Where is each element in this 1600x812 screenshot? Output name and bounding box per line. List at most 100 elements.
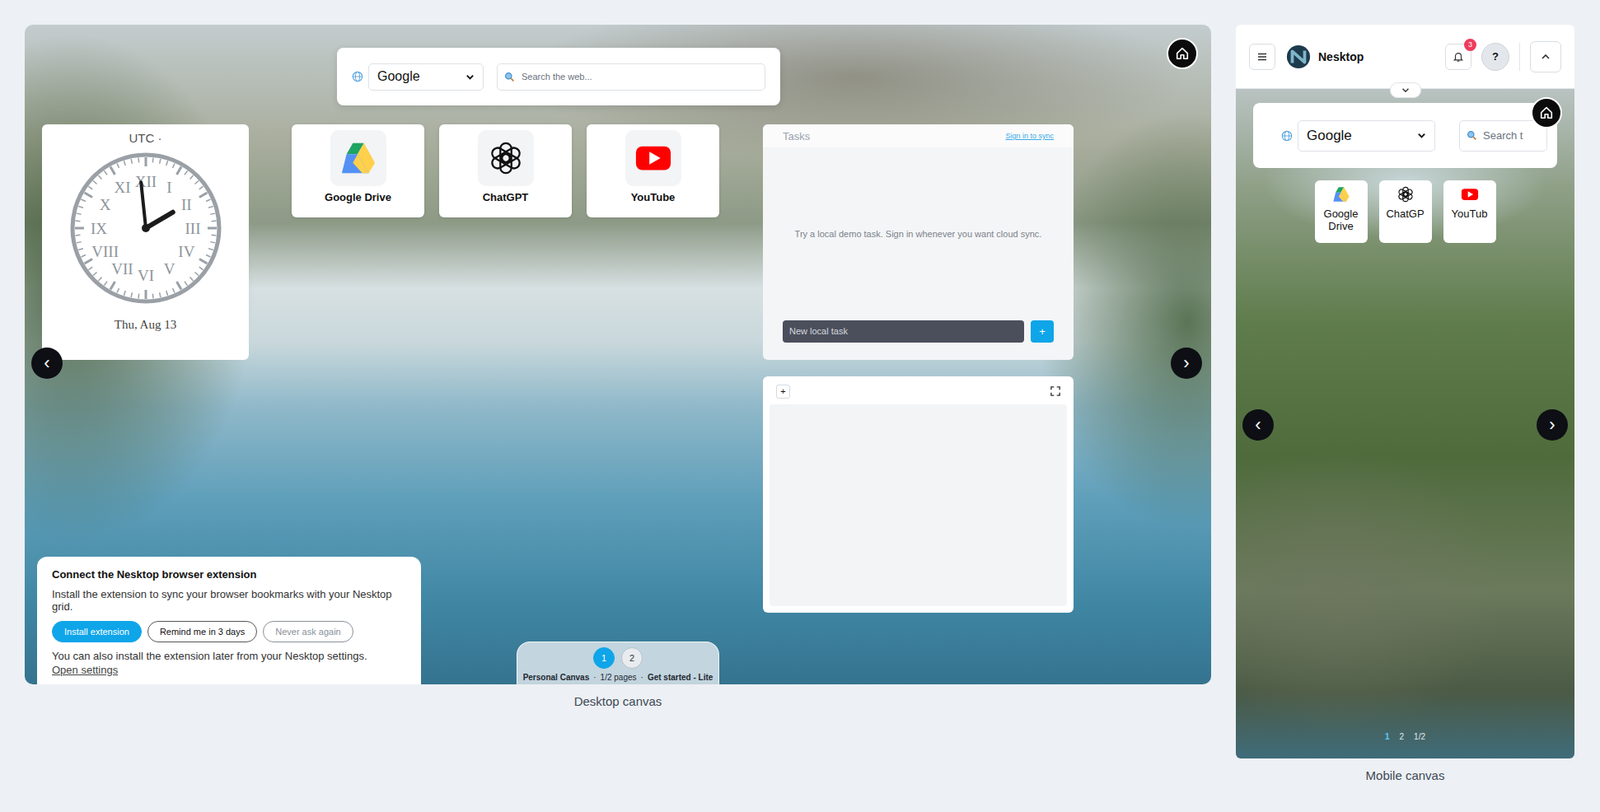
clock-widget[interactable]: UTC ·XIIIIIIIIIVVVIVIIVIIIIXXXIThu, Aug … [42, 124, 249, 361]
engine-label: Google [1306, 127, 1353, 145]
add-note-button[interactable]: + [776, 384, 791, 399]
home-button[interactable] [1530, 97, 1563, 129]
next-page-button[interactable]: › [1170, 347, 1203, 379]
previous-page-button[interactable]: ‹ [31, 347, 63, 379]
search-placeholder: Search t [1483, 129, 1523, 142]
prompt-button[interactable]: Remind me in 3 days [147, 621, 258, 643]
clock-numeral: III [184, 219, 201, 238]
search-card: Google Search the web... [336, 47, 781, 106]
clock-numeral: II [181, 196, 192, 214]
app-tile[interactable]: YouTube [586, 124, 720, 218]
previous-page-button[interactable]: ‹ [1242, 409, 1274, 441]
tile-label: YouTube [631, 191, 676, 204]
chevron-up-icon [1539, 51, 1552, 63]
open-settings-link[interactable]: Open settings [51, 664, 407, 677]
extension-prompt: Connect the Nesktop browser extension Ins… [37, 556, 422, 685]
search-placeholder: Search the web... [521, 71, 593, 82]
app-tiles: Google Drive ChatGP YouTub [1314, 180, 1497, 244]
prompt-note: You can also install the extension later… [51, 650, 407, 663]
chatgpt-icon [1396, 185, 1415, 204]
home-icon [1539, 105, 1554, 121]
home-button[interactable] [1166, 37, 1198, 70]
notifications-button[interactable]: 3 [1445, 43, 1472, 71]
add-task-button[interactable]: + [1030, 320, 1054, 343]
sync-link[interactable]: Sign in to sync [1005, 131, 1054, 141]
collapse-button[interactable] [1529, 41, 1562, 73]
tasks-empty-text: Try a local demo task. Sign in whenever … [782, 147, 1054, 321]
app-tiles: Google Drive ChatGPT YouTube [291, 124, 720, 218]
mobile-section: Nesktop 3? Google Search t Google Drive ChatG… [1235, 24, 1575, 812]
help-button[interactable]: ? [1481, 42, 1510, 71]
task-input[interactable]: New local task [782, 320, 1025, 343]
page-dot[interactable]: 2 [621, 647, 643, 670]
clock-numeral: XII [134, 173, 156, 191]
prompt-button[interactable]: Install extension [51, 621, 142, 643]
mobile-canvas: Nesktop 3? Google Search t Google Drive ChatG… [1235, 24, 1575, 759]
page-count: 1/2 [1413, 732, 1426, 742]
app-tile[interactable]: ChatGPT [439, 124, 572, 218]
tile-label: Google Drive [324, 191, 392, 204]
app-tile[interactable]: YouTub [1443, 180, 1497, 244]
hour-hand [145, 212, 174, 229]
next-page-button[interactable]: › [1536, 409, 1568, 441]
clock-numeral: VIII [91, 243, 119, 261]
mobile-search-card: Google Search t [1253, 102, 1558, 169]
youtube-icon [634, 139, 673, 178]
clock-numeral: IX [89, 219, 107, 238]
clock-numeral: V [163, 260, 175, 278]
prompt-body: Install the extension to sync your brows… [51, 588, 407, 613]
mobile-canvas-label: Mobile canvas [1235, 768, 1575, 783]
search-input[interactable]: Search the web... [496, 63, 766, 91]
app-tile[interactable]: Google Drive [1314, 180, 1368, 244]
tile-label: ChatGP [1385, 208, 1424, 221]
globe-icon [351, 70, 364, 83]
clock-numeral: X [98, 196, 111, 214]
minute-hand [140, 182, 146, 229]
app-tile[interactable]: ChatGP [1379, 180, 1432, 244]
chevron-down-icon [465, 72, 475, 82]
desktop-canvas: GoogleSearch the web...UTC ·XIIIIIIIIIVV… [24, 24, 1212, 685]
engine-label: Google [377, 69, 421, 85]
mobile-body: Google Search t Google Drive ChatGP YouTub ‹ ›… [1235, 88, 1575, 759]
google-drive-icon [1332, 185, 1351, 204]
prompt-button[interactable]: Never ask again [262, 621, 354, 643]
notification-badge: 3 [1464, 38, 1477, 52]
pager-text: Personal Canvas·1/2 pages·Get started - … [523, 673, 714, 683]
page-dot[interactable]: 1 [1384, 732, 1390, 742]
nesktop-logo-icon [1286, 44, 1311, 70]
analog-clock: XIIIIIIIIIVVVIVIIVIIIIXXXI [67, 149, 225, 307]
expand-header-tab[interactable] [1389, 82, 1422, 99]
search-input[interactable]: Search t [1459, 120, 1548, 152]
globe-icon [1281, 130, 1293, 142]
clock-numeral: XI [113, 178, 131, 197]
page-indicator: 12 Personal Canvas·1/2 pages·Get started … [516, 641, 720, 685]
home-icon [1174, 46, 1190, 61]
google-drive-icon [339, 139, 378, 178]
clock-zone: UTC · [129, 130, 163, 146]
page-indicator: 12 1/2 [1384, 732, 1426, 742]
search-icon [1466, 130, 1478, 141]
prompt-title: Connect the Nesktop browser extension [51, 568, 407, 581]
menu-button[interactable] [1249, 43, 1276, 71]
page-dot[interactable]: 1 [593, 647, 615, 670]
tasks-title: Tasks [782, 130, 810, 143]
clock-date: Thu, Aug 13 [114, 318, 177, 333]
notes-area[interactable] [769, 404, 1067, 607]
chevron-down-icon [1417, 130, 1427, 141]
clock-numeral: I [166, 178, 172, 197]
tile-label: Google Drive [1316, 208, 1367, 234]
clock-numeral: VII [111, 260, 133, 278]
menu-icon [1256, 51, 1268, 63]
brand-name: Nesktop [1318, 50, 1364, 64]
notes-widget: + [762, 376, 1074, 613]
expand-icon[interactable] [1050, 386, 1061, 397]
page-dot[interactable]: 2 [1399, 732, 1405, 742]
clock-numeral: IV [177, 243, 195, 261]
chatgpt-icon [486, 139, 525, 178]
page: GoogleSearch the web...UTC ·XIIIIIIIIIVV… [0, 0, 1600, 812]
engine-select[interactable]: Google [1297, 120, 1436, 152]
app-tile[interactable]: Google Drive [291, 124, 425, 218]
desktop-canvas-label: Desktop canvas [24, 694, 1212, 709]
engine-select[interactable]: Google [368, 63, 484, 91]
mobile-header: Nesktop 3? [1235, 24, 1575, 89]
